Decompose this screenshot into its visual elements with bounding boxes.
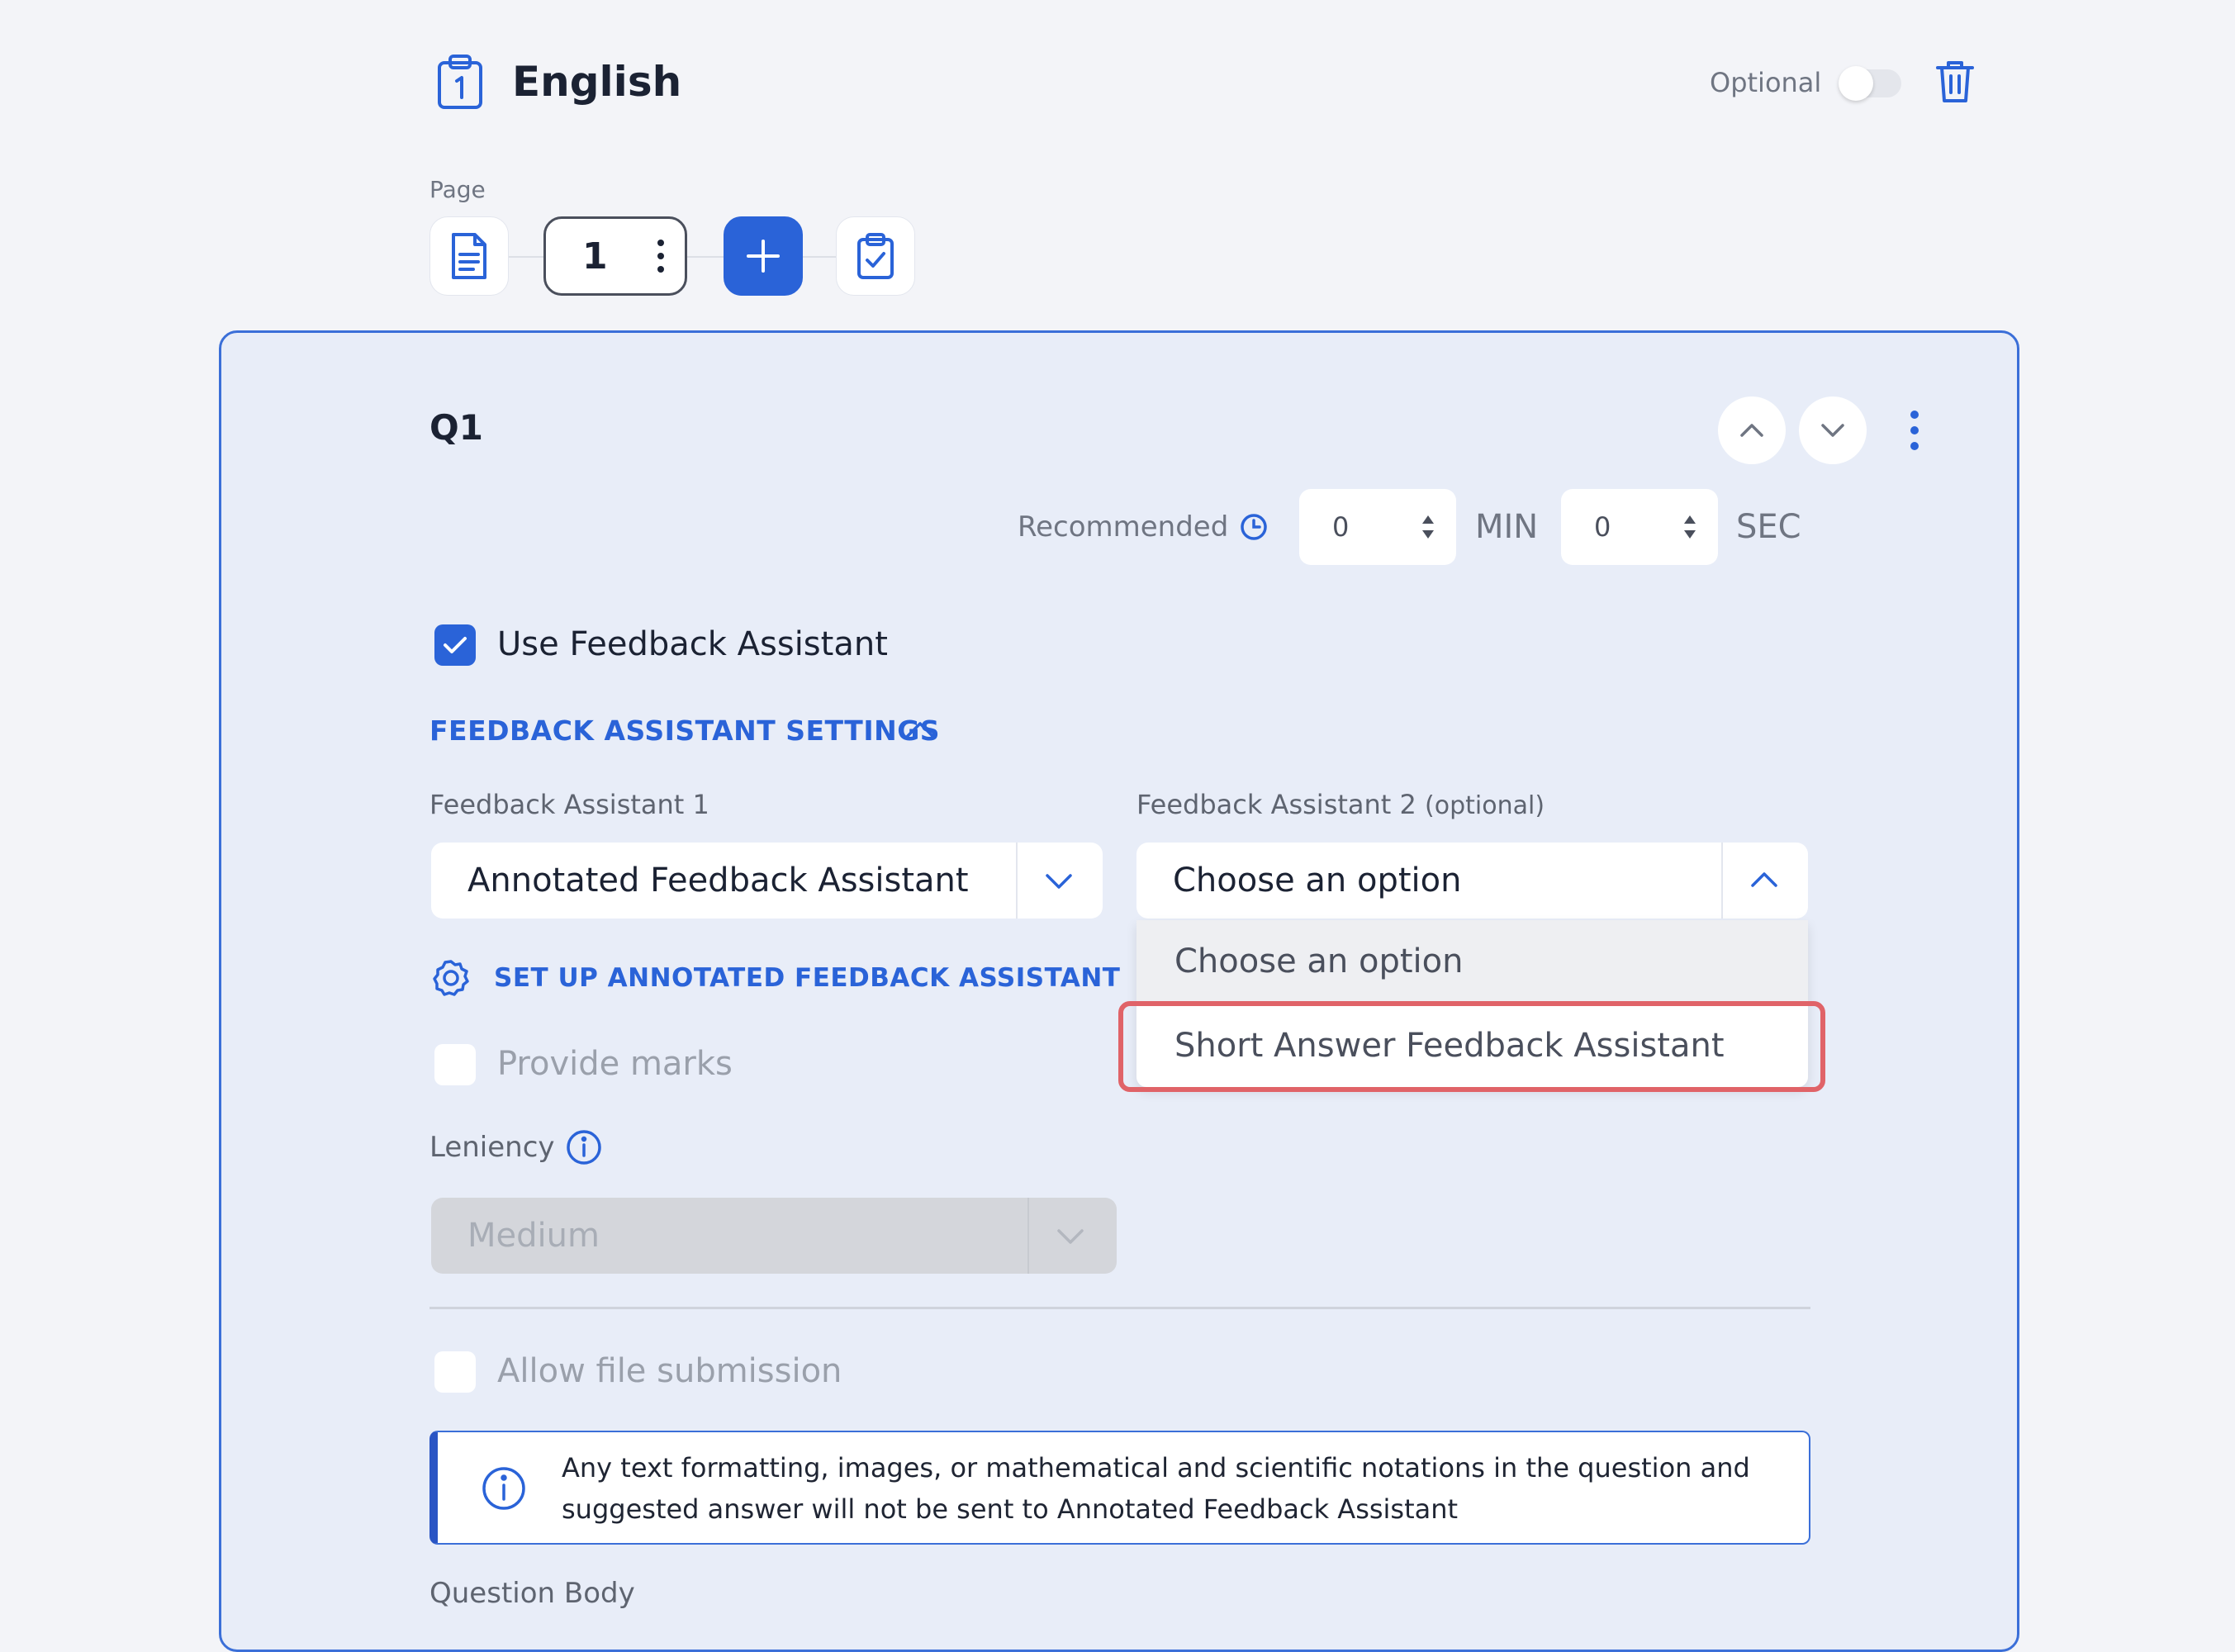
use-feedback-assistant-label[interactable]: Use Feedback Assistant [497, 621, 888, 667]
info-notice: Any text formatting, images, or mathemat… [429, 1431, 1810, 1545]
minutes-input[interactable]: 0 [1299, 489, 1456, 565]
leniency-label: Leniency [429, 1131, 555, 1164]
leniency-select[interactable]: Medium [431, 1198, 1117, 1274]
dropdown-option[interactable]: Choose an option [1136, 920, 1808, 1003]
seconds-input[interactable]: 0 [1561, 489, 1718, 565]
clock-icon [1239, 512, 1269, 542]
fa1-label: Feedback Assistant 1 [429, 789, 709, 820]
provide-marks-label[interactable]: Provide marks [497, 1041, 733, 1087]
chevron-up-icon[interactable] [902, 715, 938, 745]
info-icon[interactable] [565, 1128, 603, 1166]
use-feedback-assistant-checkbox[interactable] [434, 624, 476, 666]
trash-icon[interactable] [1934, 58, 1976, 104]
add-page-button[interactable] [724, 216, 803, 296]
leniency-value: Medium [467, 1217, 600, 1255]
clipboard-icon [434, 53, 486, 111]
move-up-button[interactable] [1718, 396, 1786, 464]
info-text: Any text formatting, images, or mathemat… [562, 1452, 1750, 1525]
seconds-unit: SEC [1736, 508, 1801, 546]
chevron-down-icon [1041, 862, 1077, 899]
divider [429, 1307, 1810, 1309]
recommended-label: Recommended [1018, 510, 1229, 544]
chevron-up-icon [1739, 422, 1764, 439]
clipboard-check-icon [856, 231, 895, 281]
move-down-button[interactable] [1799, 396, 1867, 464]
allow-file-submission-checkbox[interactable] [434, 1351, 476, 1393]
fa2-label-text: Feedback Assistant 2 [1136, 789, 1416, 820]
question-label: Q1 [429, 407, 483, 448]
document-button[interactable] [429, 216, 509, 296]
seconds-value: 0 [1594, 511, 1611, 543]
fa1-select[interactable]: Annotated Feedback Assistant [431, 843, 1103, 919]
fa2-value: Choose an option [1173, 862, 1462, 900]
kebab-icon[interactable] [1900, 405, 1929, 456]
fa2-label-optional: (optional) [1425, 791, 1545, 820]
question-body-label: Question Body [429, 1577, 635, 1610]
chevron-up-icon [1746, 862, 1782, 899]
stepper-icon[interactable] [1418, 509, 1438, 545]
optional-label: Optional [1710, 67, 1822, 98]
kebab-icon[interactable] [657, 239, 665, 273]
chevron-down-icon [1052, 1218, 1089, 1254]
minutes-value: 0 [1332, 511, 1350, 543]
page-label: Page [429, 176, 486, 203]
optional-toggle[interactable] [1839, 66, 1901, 101]
gear-icon[interactable] [431, 958, 471, 998]
fa1-value: Annotated Feedback Assistant [467, 862, 969, 900]
page-title: English [512, 58, 682, 106]
fa2-label: Feedback Assistant 2 (optional) [1136, 786, 1545, 824]
setup-annotated-feedback-link[interactable]: SET UP ANNOTATED FEEDBACK ASSISTANT [494, 960, 1120, 996]
chevron-down-icon [1820, 422, 1845, 439]
highlight-box [1118, 1001, 1825, 1092]
page-1-button[interactable]: 1 [543, 216, 687, 296]
allow-file-submission-label[interactable]: Allow file submission [497, 1348, 842, 1394]
provide-marks-checkbox[interactable] [434, 1044, 476, 1085]
minutes-unit: MIN [1475, 508, 1539, 546]
fa2-select[interactable]: Choose an option [1136, 843, 1808, 919]
review-button[interactable] [836, 216, 915, 296]
page-number: 1 [582, 235, 608, 278]
plus-icon [745, 238, 781, 274]
fa-settings-toggle[interactable]: FEEDBACK ASSISTANT SETTINGS [429, 712, 940, 750]
stepper-icon[interactable] [1680, 509, 1700, 545]
document-icon [448, 231, 490, 281]
info-icon [481, 1465, 527, 1512]
checkmark-icon [443, 635, 467, 655]
